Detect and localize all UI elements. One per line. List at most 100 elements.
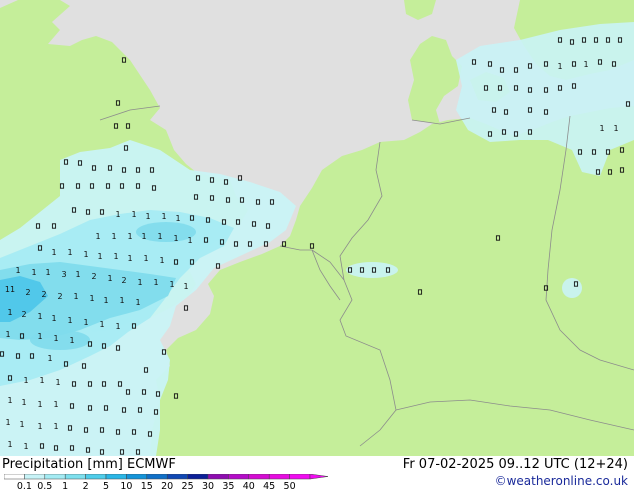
marker-value: 2 <box>21 310 26 319</box>
marker-value: 1 <box>103 296 108 305</box>
marker-value: 1 <box>53 422 58 431</box>
scale-label: 2 <box>83 481 89 490</box>
scale-label: 35 <box>222 481 234 490</box>
marker-value: 2 <box>25 288 30 297</box>
marker-value: 1 <box>7 440 12 449</box>
marker-value: 1 <box>141 232 146 241</box>
precipitation-color-scale: 0.1 0.5 1 2 5 10 15 20 25 30 35 40 45 50 <box>4 474 329 490</box>
marker-value: 1 <box>175 214 180 223</box>
scale-label: 40 <box>243 481 255 490</box>
scale-swatch <box>207 474 229 480</box>
scale-swatch <box>166 474 188 480</box>
marker-value: 1 <box>113 252 118 261</box>
marker-value: 1 <box>37 400 42 409</box>
marker-value: 1 <box>55 378 60 387</box>
marker-value: 1 <box>143 254 148 263</box>
marker-value: 1 <box>37 312 42 321</box>
marker-value: 1 <box>111 232 116 241</box>
marker-value: 1 <box>37 422 42 431</box>
marker-value: 1 <box>7 308 12 317</box>
marker-value: 1 <box>159 256 164 265</box>
scale-label: 30 <box>202 481 214 490</box>
marker-value: 1 <box>131 210 136 219</box>
scale-swatch <box>85 474 107 480</box>
map-footer: Precipitation [mm] ECMWF Fr 07-02-2025 0… <box>0 456 634 490</box>
marker-value: 1 <box>153 278 158 287</box>
marker-value: 1 <box>89 294 94 303</box>
marker-value: 2 <box>57 292 62 301</box>
marker-value: 1 <box>107 274 112 283</box>
scale-swatch <box>248 474 270 480</box>
marker-value: 1 <box>5 330 10 339</box>
marker-value: 2 <box>41 290 46 299</box>
marker-value: 1 <box>19 420 24 429</box>
marker-value: 1 <box>173 234 178 243</box>
marker-value: 1 <box>95 232 100 241</box>
scale-label: 10 <box>120 481 132 490</box>
scale-swatch <box>146 474 168 480</box>
marker-value: 1 <box>37 332 42 341</box>
marker-value: 1 <box>115 322 120 331</box>
credit-link[interactable]: ©weatheronline.co.uk <box>495 474 628 488</box>
scale-label: 25 <box>182 481 194 490</box>
marker-value: 1 <box>51 248 56 257</box>
marker-value: 1 <box>47 354 52 363</box>
scale-swatch <box>126 474 148 480</box>
scale-label: 50 <box>284 481 296 490</box>
marker-value: 1 <box>99 320 104 329</box>
marker-value: 1 <box>39 376 44 385</box>
marker-value: 1 <box>31 268 36 277</box>
marker-value: 1 <box>187 236 192 245</box>
marker-value: 1 <box>15 266 20 275</box>
scale-swatch <box>4 474 25 480</box>
scale-swatch <box>44 474 66 480</box>
marker-value: 1 <box>83 318 88 327</box>
marker-value: 1 <box>135 298 140 307</box>
marker-value: 1 <box>45 268 50 277</box>
marker-value: 1 <box>7 396 12 405</box>
marker-value: 11 <box>5 285 15 294</box>
marker-value: 1 <box>5 418 10 427</box>
marker-value: 1 <box>557 62 562 71</box>
marker-value: 1 <box>69 336 74 345</box>
marker-value: 1 <box>51 314 56 323</box>
scale-swatch <box>268 474 290 480</box>
marker-value: 1 <box>127 232 132 241</box>
scale-label: 20 <box>161 481 173 490</box>
scale-swatch <box>228 474 250 480</box>
marker-value: 1 <box>137 278 142 287</box>
scale-label: 0.5 <box>37 481 52 490</box>
marker-value: 1 <box>83 250 88 259</box>
map-title: Precipitation [mm] ECMWF <box>2 457 176 472</box>
marker-value: 1 <box>599 124 604 133</box>
scale-swatch <box>187 474 209 480</box>
marker-value: 1 <box>21 398 26 407</box>
marker-value: 1 <box>583 60 588 69</box>
marker-value: 1 <box>75 270 80 279</box>
marker-value: 1 <box>157 232 162 241</box>
marker-value: 1 <box>613 124 618 133</box>
scale-swatch <box>24 474 46 480</box>
scale-swatch <box>289 474 311 480</box>
scale-swatch <box>105 474 127 480</box>
marker-value: 1 <box>97 252 102 261</box>
marker-value: 1 <box>145 212 150 221</box>
marker-value: 2 <box>121 276 126 285</box>
marker-value: 1 <box>67 248 72 257</box>
scale-label: 45 <box>263 481 275 490</box>
marker-value: 1 <box>67 316 72 325</box>
marker-value: 1 <box>53 334 58 343</box>
marker-value: 1 <box>127 254 132 263</box>
scale-label: 15 <box>141 481 153 490</box>
scale-swatch <box>64 474 86 480</box>
marker-value: 1 <box>23 376 28 385</box>
scale-label: 1 <box>62 481 68 490</box>
marker-value: 1 <box>73 292 78 301</box>
scale-label: 5 <box>103 481 109 490</box>
marker-value: 1 <box>119 296 124 305</box>
marker-value: 3 <box>61 270 66 279</box>
precipitation-map: 1 1 1 1 11 1 1 1 1 1 11 1 1 1 1 1 1 11 1 1 3 1 2 1 2 1 1 1 111 2 2 2 1 1 1… <box>0 0 634 456</box>
marker-value: 1 <box>23 442 28 451</box>
scale-label: 0.1 <box>17 481 32 490</box>
marker-value: 1 <box>53 400 58 409</box>
